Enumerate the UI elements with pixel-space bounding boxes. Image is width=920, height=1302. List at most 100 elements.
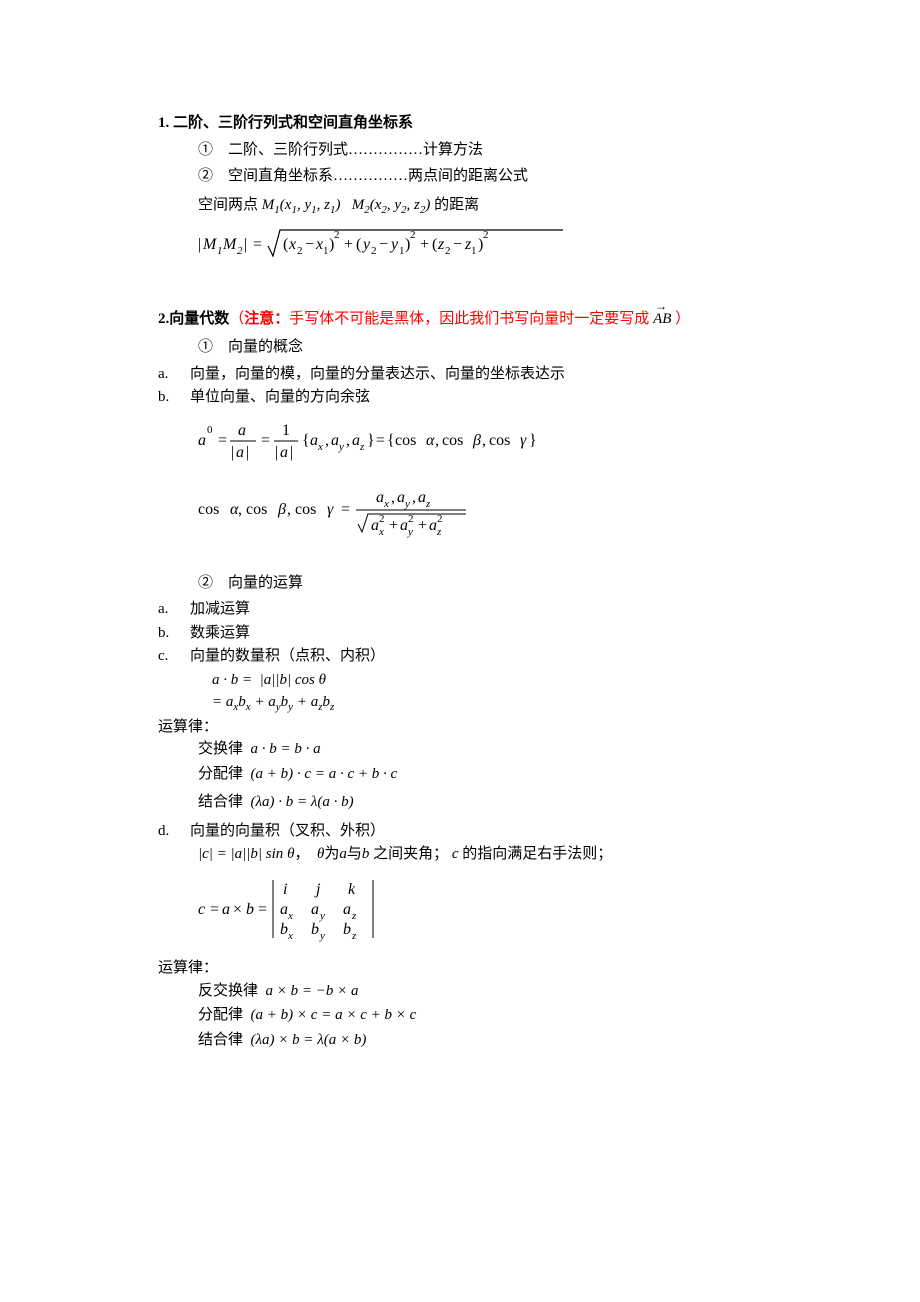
s1-item-1: ① 二阶、三阶行列式……………计算方法 (198, 139, 780, 162)
svg-text:z: z (425, 498, 431, 510)
svg-text:a: a (343, 901, 351, 918)
svg-text:1: 1 (471, 245, 477, 257)
svg-text:−: − (305, 236, 314, 253)
svg-text:γ: γ (520, 432, 527, 449)
cross-laws-head: 运算律： (158, 957, 780, 980)
svg-text:y: y (404, 498, 410, 510)
svg-text:x: x (378, 526, 384, 538)
svg-text:y: y (338, 441, 344, 453)
svg-text:|: | (246, 444, 249, 461)
svg-text:z: z (351, 930, 357, 942)
svg-text:(: ( (432, 236, 437, 253)
svg-text:,: , (391, 489, 395, 506)
cross-law-dist: 分配律 (a + b) × c = a × c + b × c (198, 1004, 780, 1027)
svg-text:cos: cos (198, 501, 219, 518)
svg-text:0: 0 (207, 424, 213, 436)
svg-text:a: a (352, 432, 360, 449)
svg-text:|: | (290, 444, 293, 461)
svg-text:y: y (319, 930, 325, 942)
svg-text:,: , (435, 432, 439, 449)
svg-text:a: a (236, 444, 244, 461)
svg-text:,: , (412, 489, 416, 506)
svg-text:cos: cos (246, 501, 267, 518)
svg-text:z: z (437, 236, 445, 253)
svg-text:z: z (351, 910, 357, 922)
svg-text:x: x (287, 930, 293, 942)
svg-text:b: b (280, 921, 288, 938)
cross-law-assoc: 结合律 (λa) × b = λ(a × b) (198, 1029, 780, 1052)
unit-vector-formula: a0 = a |a| = 1 |a| { ax , ay , az } = { … (198, 417, 780, 473)
svg-text:a: a (429, 517, 437, 534)
svg-text:2: 2 (408, 513, 414, 525)
cross-law-anti: 反交换律 a × b = −b × a (198, 980, 780, 1003)
s2-op-d: d.向量的向量积（叉积、外积） (158, 820, 780, 843)
svg-text:a: a (397, 489, 405, 506)
svg-text:a: a (280, 444, 288, 461)
svg-text:2: 2 (371, 245, 377, 257)
svg-text:x: x (383, 498, 389, 510)
svg-text:1: 1 (217, 245, 223, 257)
point-m1: M1(x1, y1, z1) (262, 197, 341, 213)
svg-text:2: 2 (437, 513, 443, 525)
svg-text:2: 2 (483, 229, 489, 241)
svg-text:z: z (359, 441, 365, 453)
s1-points-line: 空间两点 M1(x1, y1, z1) M2(x2, y2, z2) 的距离 (198, 194, 780, 219)
document-page: 1. 二阶、三阶行列式和空间直角坐标系 ① 二阶、三阶行列式……………计算方法 … (0, 0, 920, 1302)
svg-text:a: a (310, 432, 318, 449)
svg-text:a: a (198, 432, 206, 449)
svg-text:,: , (482, 432, 486, 449)
svg-text:γ: γ (327, 501, 334, 518)
svg-text:=: = (258, 901, 267, 918)
svg-text:x: x (315, 236, 323, 253)
svg-text:i: i (283, 881, 287, 898)
svg-text:|: | (244, 236, 247, 253)
svg-text:y: y (319, 910, 325, 922)
svg-text:2: 2 (410, 229, 416, 241)
cross-magnitude: |c| = |a||b| sin θ， θ为a与b 之间夹角； c 的指向满足右… (198, 843, 780, 866)
svg-text:y: y (407, 526, 413, 538)
svg-text:+: + (420, 236, 429, 253)
point-m2: M2(x2, y2, z2) (352, 197, 431, 213)
dot-law-dist: 分配律 (a + b) · c = a · c + b · c (198, 763, 780, 786)
svg-text:2: 2 (334, 229, 340, 241)
svg-text:a: a (400, 517, 408, 534)
svg-text:}: } (529, 432, 537, 449)
svg-text:|: | (275, 444, 278, 461)
svg-text:α: α (426, 432, 435, 449)
svg-text:a: a (376, 489, 384, 506)
svg-text:b: b (246, 901, 254, 918)
svg-text:=: = (376, 432, 385, 449)
dot-laws-head: 运算律： (158, 716, 780, 739)
svg-text:cos: cos (295, 501, 316, 518)
svg-text:|: | (198, 236, 201, 253)
svg-text:×: × (233, 901, 242, 918)
svg-text:a: a (371, 517, 379, 534)
svg-text:a: a (331, 432, 339, 449)
svg-text:2: 2 (445, 245, 451, 257)
svg-text:,: , (346, 432, 350, 449)
svg-text:M: M (222, 236, 238, 253)
svg-text:y: y (389, 236, 399, 253)
svg-text:{: { (302, 432, 310, 449)
svg-text:=: = (261, 432, 270, 449)
vector-ab: AB (653, 308, 671, 331)
svg-text:(: ( (283, 236, 288, 253)
svg-text:x: x (288, 236, 296, 253)
svg-text:−: − (379, 236, 388, 253)
svg-text:=: = (253, 236, 262, 253)
svg-text:β: β (277, 501, 286, 518)
svg-text:(: ( (356, 236, 361, 253)
distance-formula: | M1 M2 | = ( x2 − x1 )2 + ( y2 − y1 )2 … (198, 224, 780, 272)
svg-text:1: 1 (282, 422, 290, 439)
svg-text:,: , (287, 501, 291, 518)
svg-text:cos: cos (442, 432, 463, 449)
svg-text:,: , (325, 432, 329, 449)
svg-text:y: y (361, 236, 371, 253)
svg-text:+: + (418, 517, 427, 534)
s2-list-a: a.向量，向量的模，向量的分量表达示、向量的坐标表达示 b.单位向量、向量的方向… (158, 363, 780, 409)
svg-text:{: { (387, 432, 395, 449)
svg-text:a: a (418, 489, 426, 506)
svg-text:a: a (280, 901, 288, 918)
svg-text:z: z (436, 526, 442, 538)
svg-text:k: k (348, 881, 356, 898)
